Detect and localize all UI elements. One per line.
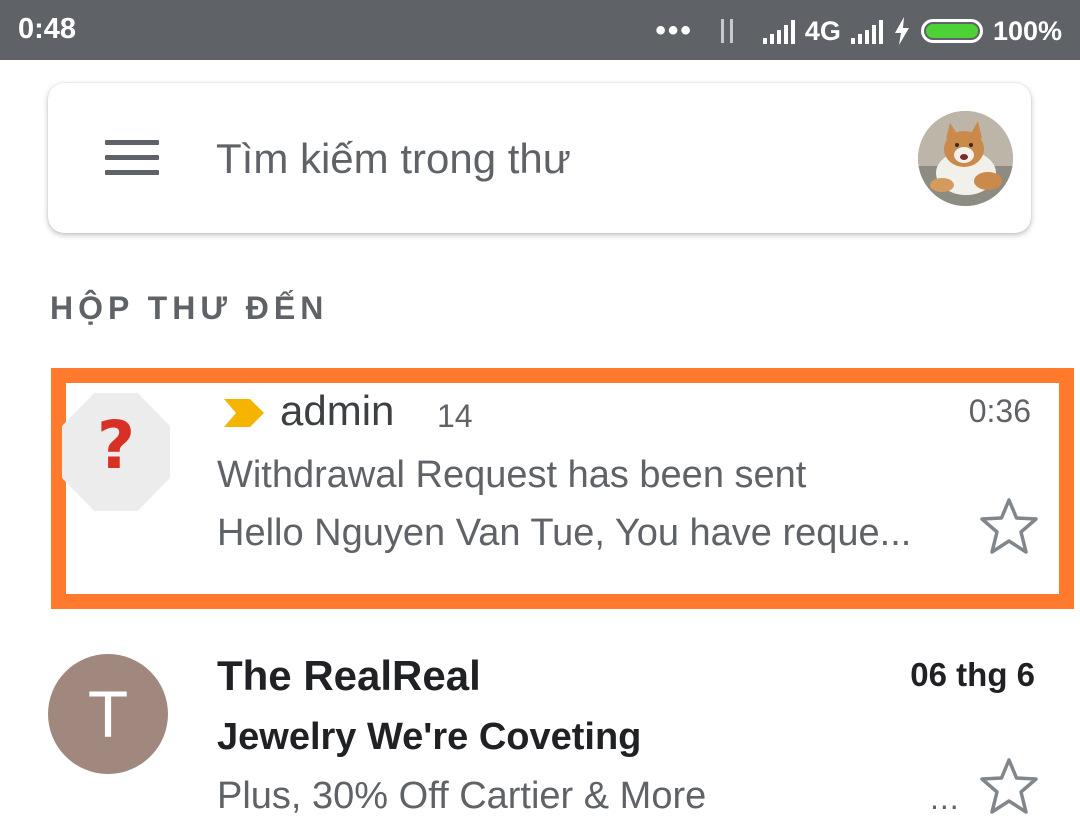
search-bar[interactable]: Tìm kiếm trong thư [48,83,1031,233]
importance-marker-icon[interactable] [224,397,264,429]
battery-percent: 100% [992,15,1062,46]
email-snippet: Plus, 30% Off Cartier & More [217,775,707,817]
data-transfer-icon [715,16,741,46]
email-snippet: Hello Nguyen Van Tue, You have reque... [217,512,912,554]
profile-avatar[interactable] [918,111,1013,206]
network-type: 4G [804,15,841,46]
status-icons: ••• 4G 100% [655,13,1062,49]
thread-count: 14 [437,398,473,434]
inbox-label: HỘP THƯ ĐẾN [50,290,329,326]
charging-icon [894,17,909,45]
email-subject: Withdrawal Request has been sent [217,454,807,496]
battery-fill [925,24,978,38]
signal-icon-2 [850,18,883,44]
unknown-sender-avatar[interactable]: ? [62,393,170,511]
status-time: 0:48 [18,13,77,45]
sender-avatar[interactable]: T [48,654,168,774]
email-time: 06 thg 6 [910,656,1035,693]
email-subject: Jewelry We're Coveting [217,716,642,758]
search-input[interactable]: Tìm kiếm trong thư [216,135,571,183]
battery-icon [920,19,983,43]
email-time: 0:36 [968,393,1031,429]
menu-icon[interactable] [105,140,159,176]
cat-photo-icon [918,111,1013,206]
star-icon[interactable] [978,496,1040,556]
signal-icon [762,18,795,44]
email-sender: admin [280,387,395,434]
more-attachments-indicator: ... [930,780,960,816]
email-sender: The RealReal [217,652,481,699]
status-bar: 0:48 ••• 4G 100% [0,0,1080,60]
notification-dots: ••• [655,14,693,47]
question-mark-icon: ? [96,407,136,484]
star-icon[interactable] [978,756,1040,816]
